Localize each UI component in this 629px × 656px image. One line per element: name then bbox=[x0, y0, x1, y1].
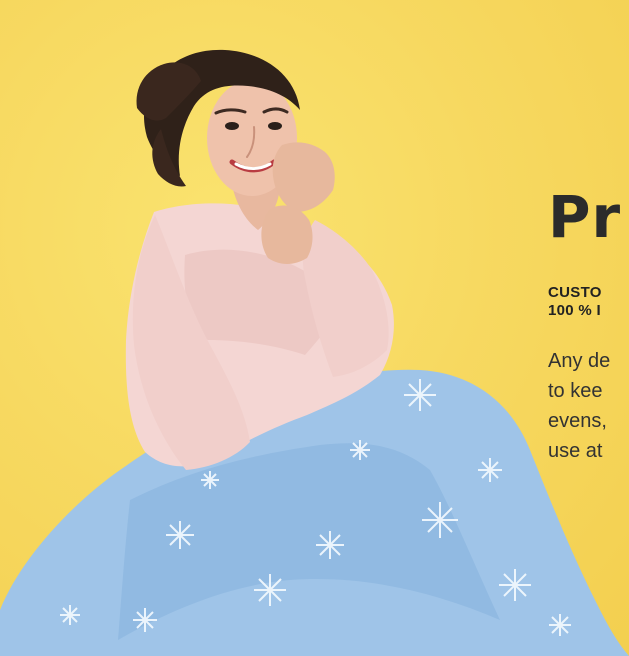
hair-bun bbox=[136, 62, 201, 121]
hero-image bbox=[0, 0, 629, 656]
right-hand bbox=[272, 142, 335, 212]
eyebrow-line-2: 100 % I bbox=[548, 302, 601, 319]
product-page: Pr CUSTO 100 % I Any de to kee evens, us… bbox=[0, 0, 629, 656]
description-line-4: use at bbox=[548, 440, 603, 462]
left-hand bbox=[261, 205, 313, 264]
right-eye bbox=[268, 122, 282, 130]
product-description: Any de to kee evens, use at bbox=[548, 346, 629, 466]
product-title: Pr bbox=[548, 183, 622, 251]
hero-illustration bbox=[0, 49, 629, 656]
product-eyebrow: CUSTO 100 % I bbox=[548, 284, 629, 320]
eyebrow-line-1: CUSTO bbox=[548, 284, 602, 301]
product-text-panel: Pr CUSTO 100 % I Any de to kee evens, us… bbox=[548, 180, 629, 466]
description-line-2: to kee bbox=[548, 380, 603, 402]
description-line-3: evens, bbox=[548, 410, 607, 432]
description-line-1: Any de bbox=[548, 350, 611, 372]
left-eye bbox=[225, 122, 239, 130]
